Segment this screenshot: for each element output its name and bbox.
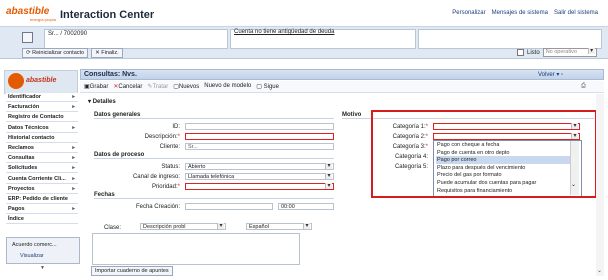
field-label-cliente: Cliente:	[159, 144, 180, 150]
favorite-action[interactable]: Visualizar	[20, 253, 44, 259]
sidebar-item[interactable]: Identificador	[6, 93, 78, 102]
section-detalles[interactable]: ▾ Detalles	[88, 98, 116, 105]
clase-select[interactable]: Descripción probl	[140, 223, 226, 230]
chevron-down-icon[interactable]: ⌄	[597, 267, 602, 274]
sidebar-item[interactable]: Pagos	[6, 205, 78, 215]
finalize-button[interactable]: ✕ Finaliz.	[91, 48, 123, 58]
field-label-prioridad: Prioridad:*	[151, 184, 180, 190]
chevron-down-icon[interactable]: ▼	[40, 265, 45, 271]
sidebar-item[interactable]: Cuenta Corriente Cli...	[6, 174, 78, 184]
sidebar-item[interactable]: Reclamos	[6, 144, 78, 153]
id-field[interactable]	[185, 123, 334, 130]
sidebar-item[interactable]: Índice	[6, 215, 78, 225]
save-button[interactable]: ▣Grabar	[84, 83, 108, 90]
header-links: Personalizar Mensajes de sistema Salir d…	[452, 10, 598, 16]
canal-select[interactable]: Llamada telefónica	[185, 173, 334, 180]
sidebar-item[interactable]: Datos Técnicos	[6, 123, 78, 133]
highlight-box	[371, 110, 597, 198]
main-scrollbar[interactable]	[596, 94, 604, 276]
status-select[interactable]: Abierto	[185, 163, 334, 170]
prioridad-select[interactable]	[185, 183, 334, 190]
volver-button[interactable]: Volver ▾ ▫	[538, 71, 563, 78]
context-message[interactable]: Cuenta no tiene antigüedad de deuda	[234, 29, 334, 35]
sidebar-item[interactable]: ERP: Pedido de cliente	[6, 195, 78, 204]
sidebar-item[interactable]: Facturación	[6, 103, 78, 113]
status-select[interactable]: No operativo	[542, 48, 597, 57]
idioma-select[interactable]: Español	[246, 223, 312, 230]
next-icon: ▢	[256, 84, 264, 90]
status-area: Listo No operativo	[517, 48, 597, 57]
edit-button[interactable]: ✎Tratar	[147, 83, 168, 90]
print-icon[interactable]: ⎙	[581, 83, 586, 90]
customer-card-icon[interactable]	[22, 32, 33, 43]
listo-checkbox[interactable]	[517, 49, 524, 56]
context-buttons: ⟳ Reinicializar contacto ✕ Finaliz.	[22, 48, 123, 58]
sidebar-item[interactable]: Registro de Contacto	[6, 113, 78, 123]
section-datos-proceso: Datos de proceso	[94, 152, 334, 159]
main-header	[80, 69, 604, 80]
field-label-descripcion: Descripción:*	[144, 134, 180, 140]
link-mensajes[interactable]: Mensajes de sistema	[492, 10, 548, 16]
fecha-creacion-field[interactable]	[185, 203, 273, 210]
section-datos-generales: Datos generales	[94, 112, 334, 119]
clase-label: Clase:	[104, 225, 122, 231]
favorite-item[interactable]: Acuerdo comerc...	[12, 242, 57, 248]
reset-contact-button[interactable]: ⟳ Reinicializar contacto	[22, 48, 89, 58]
field-label-id: ID:	[172, 124, 180, 130]
sidebar-item[interactable]: Proyectos	[6, 184, 78, 194]
listo-label: Listo	[527, 49, 540, 56]
section-fechas: Fechas	[94, 192, 334, 199]
sidebar-logo-icon	[8, 73, 24, 89]
new-template-button[interactable]: Nuevo de modelo	[204, 83, 251, 90]
next-button[interactable]: ▢ Sigue	[256, 83, 279, 90]
brand-logo: abastible	[6, 6, 50, 17]
link-salir[interactable]: Salir del sistema	[554, 10, 598, 16]
toolbar-items: ▣Grabar ✕Cancelar ✎Tratar ▢Nuevos Nuevo …	[84, 83, 279, 90]
cancel-button[interactable]: ✕Cancelar	[113, 83, 142, 90]
app-title: Interaction Center	[60, 9, 155, 21]
notes-textarea[interactable]	[92, 233, 300, 265]
extra-box	[418, 29, 602, 49]
sidebar-item[interactable]: Historial contacto	[6, 133, 78, 143]
field-label-fecha-creacion: Fecha Creación:	[135, 204, 180, 210]
brand-tagline: energía propia	[30, 17, 56, 22]
sidebar-item[interactable]: Solicitudes	[6, 164, 78, 174]
hora-creacion-field[interactable]: 00:00	[278, 203, 334, 210]
new-button[interactable]: ▢Nuevos	[173, 83, 199, 90]
cliente-field[interactable]: Sr...	[185, 143, 334, 150]
customer-label: Sr... / 7002090	[48, 31, 88, 37]
field-label-status: Status:	[161, 164, 180, 170]
sidebar-logo: abastible	[26, 77, 57, 84]
page-title: Consultas: Nvs.	[84, 71, 137, 78]
field-label-canal: Canal de ingreso:	[132, 174, 180, 180]
link-personalizar[interactable]: Personalizar	[452, 10, 485, 16]
import-notes-button[interactable]: Importar cuaderno de apuntes	[91, 266, 173, 276]
descripcion-field[interactable]	[185, 133, 334, 140]
sidebar-item[interactable]: Consultas	[6, 154, 78, 164]
